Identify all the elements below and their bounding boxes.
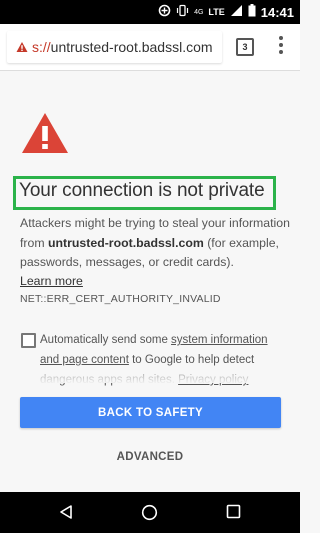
status-time: 14:41 [260, 4, 294, 20]
back-to-safety-button[interactable]: BACK TO SAFETY [20, 397, 281, 428]
error-code[interactable]: NET::ERR_CERT_AUTHORITY_INVALID [20, 293, 221, 305]
network-type-label: 4G [194, 8, 204, 16]
status-icons: 4G LTE 14:41 [158, 4, 294, 20]
lte-label: LTE [208, 7, 225, 17]
data-saver-icon [158, 4, 171, 20]
browser-toolbar: s:// untrusted-root.badssl.com 3 [0, 24, 300, 71]
recents-icon[interactable] [226, 504, 241, 524]
url-host: untrusted-root.badssl.com [50, 39, 213, 55]
overflow-menu-icon[interactable] [279, 36, 283, 56]
battery-icon [248, 4, 256, 20]
warning-triangle-icon [20, 111, 70, 160]
explanation-host: untrusted-root.badssl.com [48, 235, 204, 250]
page-title: Your connection is not private [19, 180, 265, 201]
learn-more-link[interactable]: Learn more [20, 274, 83, 288]
advanced-button[interactable]: ADVANCED [0, 451, 300, 463]
checkbox-label-prefix: Automatically send some [40, 334, 172, 346]
send-info-checkbox[interactable] [21, 333, 36, 348]
explanation-text: Attackers might be trying to steal your … [20, 214, 292, 273]
vibrate-icon [176, 4, 189, 20]
omnibox[interactable]: s:// untrusted-root.badssl.com [7, 31, 222, 63]
system-nav-bar [0, 492, 300, 533]
back-icon[interactable] [58, 504, 74, 525]
tab-switcher-button[interactable]: 3 [236, 38, 254, 56]
url-scheme: s:// [32, 39, 51, 55]
scroll-fade [0, 367, 300, 383]
ssl-interstitial: Your connection is not private Attackers… [0, 71, 300, 492]
signal-icon [230, 4, 243, 20]
not-secure-warning-icon[interactable] [16, 41, 30, 53]
home-icon[interactable] [141, 504, 158, 526]
status-bar: 4G LTE 14:41 [0, 0, 300, 24]
